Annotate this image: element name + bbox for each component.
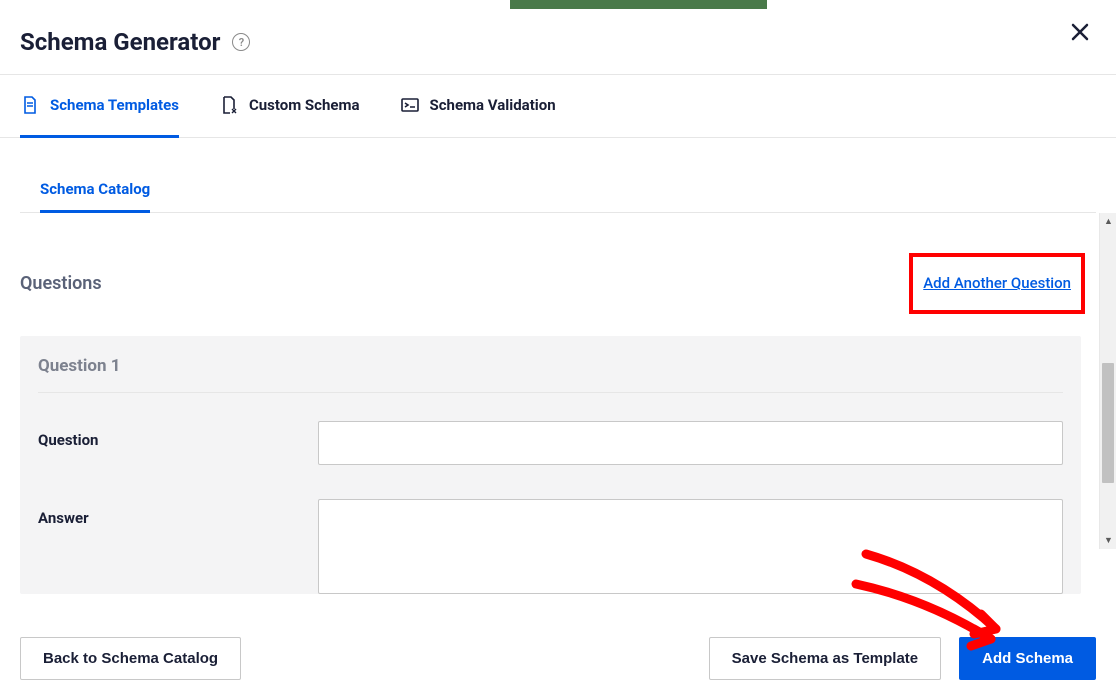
subtab-schema-catalog[interactable]: Schema Catalog — [40, 168, 150, 213]
button-label: Save Schema as Template — [732, 650, 919, 667]
answer-input[interactable] — [318, 499, 1063, 594]
tab-schema-validation[interactable]: Schema Validation — [400, 75, 556, 138]
help-icon[interactable]: ? — [232, 33, 250, 51]
close-icon — [1070, 22, 1090, 42]
answer-field-label: Answer — [38, 499, 318, 527]
modal-header: Schema Generator ? — [0, 0, 1116, 75]
add-schema-button[interactable]: Add Schema — [959, 637, 1096, 680]
terminal-icon — [400, 95, 420, 115]
add-another-question-link[interactable]: Add Another Question — [923, 274, 1071, 292]
modal-footer: Back to Schema Catalog Save Schema as Te… — [0, 623, 1116, 694]
file-edit-icon — [219, 95, 239, 115]
tab-schema-templates[interactable]: Schema Templates — [20, 75, 179, 138]
scroll-thumb[interactable] — [1102, 363, 1114, 483]
question-card-title: Question 1 — [38, 356, 1063, 393]
question-field-label: Question — [38, 421, 318, 449]
tab-custom-schema[interactable]: Custom Schema — [219, 75, 360, 138]
question-input[interactable] — [318, 421, 1063, 465]
vertical-scrollbar[interactable]: ▲ ▼ — [1099, 213, 1116, 549]
secondary-tabs: Schema Catalog — [20, 138, 1096, 213]
questions-section-label: Questions — [20, 273, 102, 294]
button-label: Add Schema — [982, 650, 1073, 667]
scroll-down-icon[interactable]: ▼ — [1100, 532, 1116, 549]
back-button[interactable]: Back to Schema Catalog — [20, 637, 241, 680]
save-template-button[interactable]: Save Schema as Template — [709, 637, 942, 680]
scroll-up-icon[interactable]: ▲ — [1100, 213, 1116, 230]
subtab-label: Schema Catalog — [40, 180, 150, 198]
tab-label: Schema Validation — [430, 96, 556, 114]
button-label: Back to Schema Catalog — [43, 650, 218, 667]
primary-tabs: Schema Templates Custom Schema Schema Va… — [0, 75, 1116, 138]
question-card: Question 1 Question Answer — [20, 336, 1081, 594]
tab-label: Custom Schema — [249, 96, 360, 114]
highlight-box: Add Another Question — [909, 253, 1085, 314]
content-area: Questions Add Another Question Question … — [20, 213, 1099, 549]
page-title: Schema Generator — [20, 28, 220, 56]
file-icon — [20, 95, 40, 115]
close-button[interactable] — [1066, 18, 1094, 46]
tab-label: Schema Templates — [50, 96, 179, 114]
